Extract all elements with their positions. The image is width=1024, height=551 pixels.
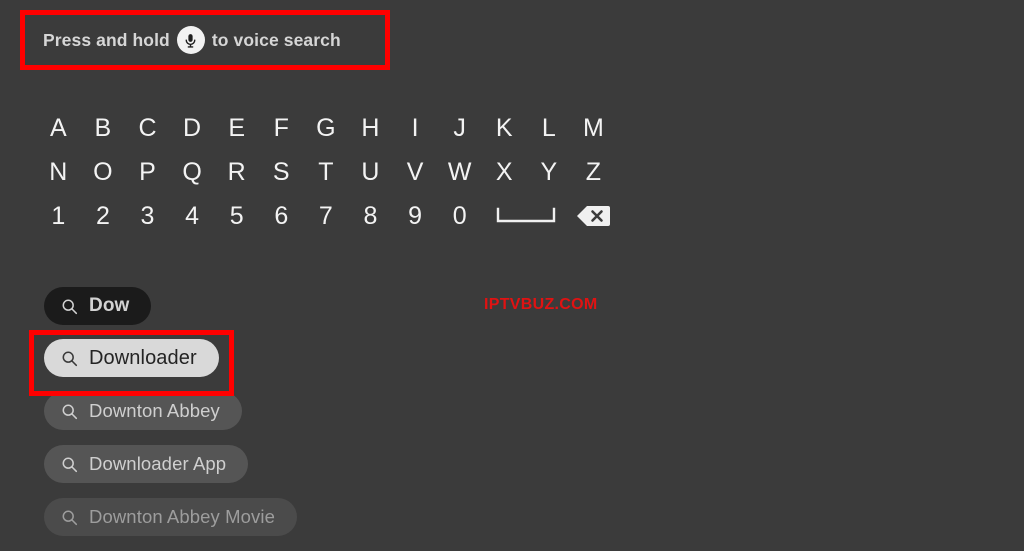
suggestion-row-downloader-app: Downloader App [44, 445, 297, 498]
selected-suggestion-wrapper: Downloader [29, 330, 234, 396]
key-5[interactable]: 5 [214, 194, 259, 238]
key-3[interactable]: 3 [125, 194, 170, 238]
key-p[interactable]: P [125, 150, 170, 194]
key-g[interactable]: G [304, 106, 349, 150]
suggestion-row-downton-abbey: Downton Abbey [44, 392, 297, 445]
voice-search-suffix-label: to voice search [211, 29, 341, 50]
search-icon [61, 403, 78, 420]
microphone-icon [176, 26, 205, 54]
suggestion-label: Downloader [89, 346, 197, 369]
key-o[interactable]: O [81, 150, 126, 194]
fire-tv-search-screen: Press and hold to voice search A B C D E… [0, 0, 1024, 548]
key-n[interactable]: N [36, 150, 81, 194]
key-d[interactable]: D [170, 106, 215, 150]
voice-search-instruction: Press and hold to voice search [43, 26, 341, 54]
suggestion-label: Downton Abbey [89, 400, 220, 421]
key-q[interactable]: Q [170, 150, 215, 194]
suggestion-row-downloader: Downloader [29, 330, 297, 396]
key-e[interactable]: E [214, 106, 259, 150]
key-c[interactable]: C [125, 106, 170, 150]
on-screen-keyboard: A B C D E F G H I J K L M N O P Q R S T … [36, 106, 616, 238]
suggestion-label: Downton Abbey Movie [89, 506, 275, 527]
voice-search-prefix-label: Press and hold [43, 29, 170, 50]
key-9[interactable]: 9 [393, 194, 438, 238]
key-f[interactable]: F [259, 106, 304, 150]
key-j[interactable]: J [437, 106, 482, 150]
keyboard-row-3: 1 2 3 4 5 6 7 8 9 0 [36, 194, 616, 238]
suggestion-item-downloader-app[interactable]: Downloader App [44, 445, 249, 483]
key-s[interactable]: S [259, 150, 304, 194]
key-4[interactable]: 4 [170, 194, 215, 238]
search-icon [61, 298, 78, 315]
search-query-row: Dow [44, 287, 297, 339]
search-icon [61, 456, 78, 473]
suggestion-item-downton-abbey-movie[interactable]: Downton Abbey Movie [44, 498, 297, 536]
key-r[interactable]: R [214, 150, 259, 194]
key-7[interactable]: 7 [304, 194, 349, 238]
key-z[interactable]: Z [571, 150, 616, 194]
search-query-pill[interactable]: Dow [44, 287, 152, 325]
key-y[interactable]: Y [527, 150, 572, 194]
key-x[interactable]: X [482, 150, 527, 194]
key-a[interactable]: A [36, 106, 81, 150]
search-query-text: Dow [89, 295, 130, 316]
suggestion-label: Downloader App [89, 453, 227, 474]
key-b[interactable]: B [81, 106, 126, 150]
key-h[interactable]: H [348, 106, 393, 150]
keyboard-row-2: N O P Q R S T U V W X Y Z [36, 150, 616, 194]
key-2[interactable]: 2 [81, 194, 126, 238]
key-w[interactable]: W [437, 150, 482, 194]
keyboard-row-1: A B C D E F G H I J K L M [36, 106, 616, 150]
key-l[interactable]: L [527, 106, 572, 150]
key-u[interactable]: U [348, 150, 393, 194]
suggestion-row-downton-abbey-movie: Downton Abbey Movie [44, 498, 297, 551]
backspace-icon[interactable] [571, 204, 616, 228]
search-icon [61, 509, 78, 526]
search-suggestion-list: Dow Downloader Downton Abbey Downloader … [29, 287, 297, 551]
key-k[interactable]: K [482, 106, 527, 150]
key-6[interactable]: 6 [259, 194, 304, 238]
voice-search-banner[interactable]: Press and hold to voice search [20, 10, 390, 70]
key-1[interactable]: 1 [36, 194, 81, 238]
key-8[interactable]: 8 [348, 194, 393, 238]
key-v[interactable]: V [393, 150, 438, 194]
key-0[interactable]: 0 [437, 194, 482, 238]
key-t[interactable]: T [304, 150, 349, 194]
key-m[interactable]: M [571, 106, 616, 150]
suggestion-item-downton-abbey[interactable]: Downton Abbey [44, 392, 242, 430]
search-icon [61, 350, 78, 367]
watermark: IPTVBUZ.COM [484, 296, 598, 313]
space-bar-icon[interactable] [482, 206, 571, 226]
key-i[interactable]: I [393, 106, 438, 150]
suggestion-item-downloader[interactable]: Downloader [44, 339, 219, 377]
